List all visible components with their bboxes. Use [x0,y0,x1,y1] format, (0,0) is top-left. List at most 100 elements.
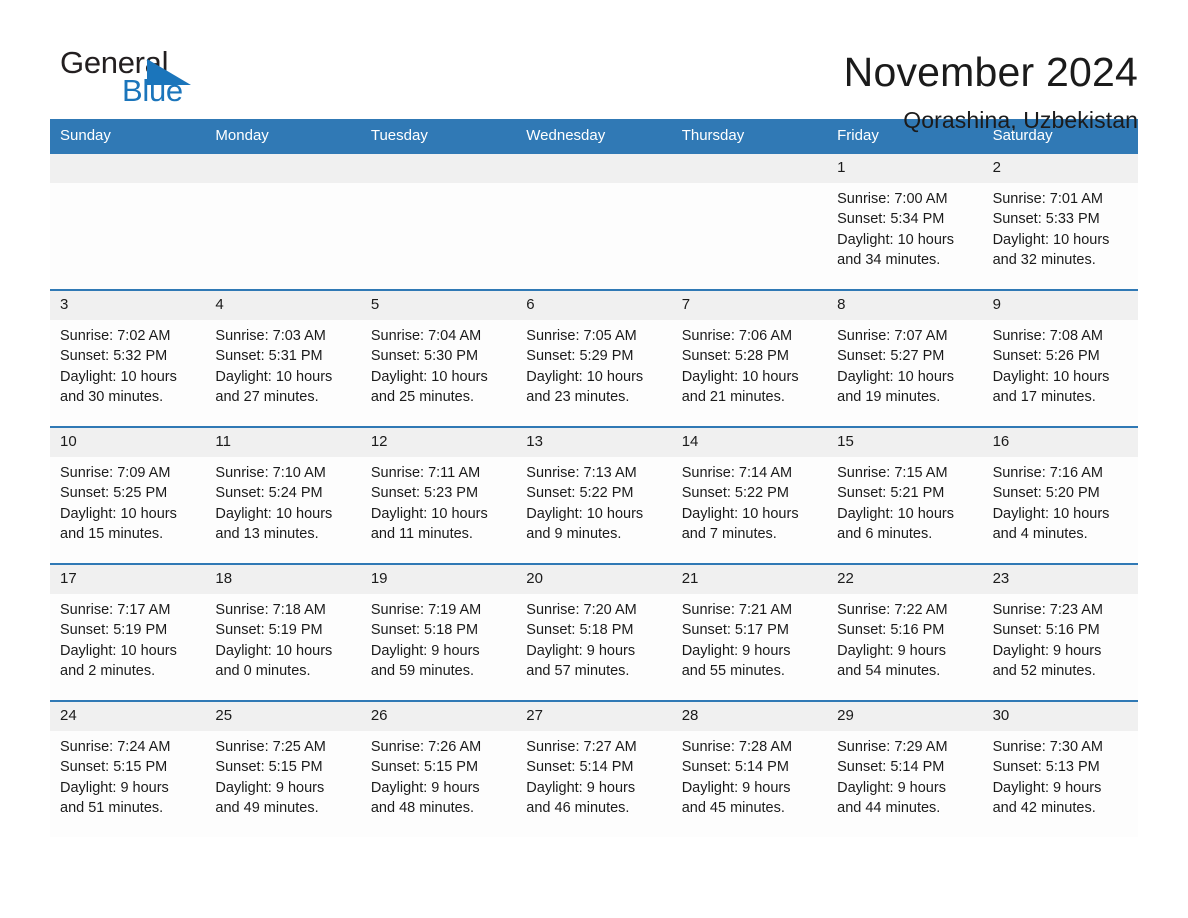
calendar-day-cell[interactable]: 21 Sunrise: 7:21 AM Sunset: 5:17 PM Dayligh… [671,565,828,700]
daylight-text-line1: Daylight: 9 hours [992,779,1102,796]
sunset-text: Sunset: 5:13 PM [992,759,1100,776]
daylight-text-line2: and 27 minutes. [215,388,319,405]
calendar-day-cell[interactable]: 17 Sunrise: 7:17 AM Sunset: 5:19 PM Dayligh… [50,565,206,700]
day-number: 10 [50,428,206,457]
day-number: 2 [982,154,1138,183]
sunrise-text: Sunrise: 7:02 AM [60,328,171,344]
sunrise-text: Sunrise: 7:10 AM [215,465,326,481]
calendar-day-cell-empty [50,154,206,289]
day-sun-info: Sunrise: 7:09 AM Sunset: 5:25 PM Daylight:… [50,457,205,544]
sunset-text: Sunset: 5:19 PM [215,622,323,639]
sunset-text: Sunset: 5:16 PM [992,622,1100,639]
sunset-text: Sunset: 5:27 PM [837,348,945,365]
daylight-text-line1: Daylight: 9 hours [681,779,791,796]
daylight-text-line1: Daylight: 10 hours [526,505,644,522]
day-number: 25 [205,702,361,731]
sunset-text: Sunset: 5:18 PM [370,622,479,639]
sunrise-text: Sunrise: 7:11 AM [370,465,481,481]
calendar-day-cell[interactable]: 3 Sunrise: 7:02 AM Sunset: 5:32 PM Daylight… [50,291,206,426]
calendar-day-cell[interactable]: 8 Sunrise: 7:07 AM Sunset: 5:27 PM Daylight… [827,291,983,426]
weekday-header-sunday: Sunday [60,127,111,144]
day-number: 7 [671,291,828,320]
calendar-day-cell[interactable]: 10 Sunrise: 7:09 AM Sunset: 5:25 PM Dayligh… [50,428,206,563]
sunrise-text: Sunrise: 7:04 AM [370,328,482,344]
daylight-text-line1: Daylight: 9 hours [526,642,636,659]
calendar-day-cell[interactable]: 19 Sunrise: 7:19 AM Sunset: 5:18 PM Dayligh… [360,565,517,700]
daylight-text-line1: Daylight: 10 hours [681,368,799,385]
daylight-text-line2: and 17 minutes. [992,388,1096,405]
sunset-text: Sunset: 5:21 PM [837,485,945,502]
sunrise-text: Sunrise: 7:07 AM [837,328,948,344]
daylight-text-line2: and 2 minutes. [60,662,156,679]
sunrise-text: Sunrise: 7:20 AM [526,602,637,618]
daylight-text-line2: and 59 minutes. [370,662,475,679]
daylight-text-line1: Daylight: 9 hours [215,779,325,796]
calendar-day-cell[interactable]: 29 Sunrise: 7:29 AM Sunset: 5:14 PM Dayligh… [827,702,983,837]
calendar-day-cell[interactable]: 26 Sunrise: 7:26 AM Sunset: 5:15 PM Dayligh… [360,702,517,837]
daylight-text-line2: and 48 minutes. [370,799,475,816]
calendar-day-cell[interactable]: 13 Sunrise: 7:13 AM Sunset: 5:22 PM Dayligh… [516,428,672,563]
daylight-text-line2: and 49 minutes. [215,799,319,816]
calendar-day-cell[interactable]: 16 Sunrise: 7:16 AM Sunset: 5:20 PM Dayligh… [982,428,1138,563]
day-number [516,154,672,183]
calendar-day-cell-empty [205,154,361,289]
daylight-text-line2: and 0 minutes. [215,662,311,679]
daylight-text-line1: Daylight: 10 hours [370,505,488,522]
sunset-text: Sunset: 5:16 PM [837,622,945,639]
calendar-day-cell[interactable]: 9 Sunrise: 7:08 AM Sunset: 5:26 PM Daylight… [982,291,1138,426]
daylight-text-line2: and 9 minutes. [526,525,622,542]
calendar-day-cell[interactable]: 18 Sunrise: 7:18 AM Sunset: 5:19 PM Dayligh… [205,565,361,700]
day-sun-info: Sunrise: 7:14 AM Sunset: 5:22 PM Daylight:… [672,457,827,544]
calendar-day-cell[interactable]: 23 Sunrise: 7:23 AM Sunset: 5:16 PM Dayligh… [982,565,1138,700]
sunrise-text: Sunrise: 7:00 AM [837,191,948,207]
day-sun-info: Sunrise: 7:08 AM Sunset: 5:26 PM Daylight:… [983,320,1138,407]
calendar-day-cell[interactable]: 11 Sunrise: 7:10 AM Sunset: 5:24 PM Dayligh… [205,428,361,563]
sunset-text: Sunset: 5:33 PM [992,211,1100,228]
day-sun-info: Sunrise: 7:00 AM Sunset: 5:34 PM Daylight:… [827,183,982,270]
day-number: 1 [827,154,983,183]
day-sun-info: Sunrise: 7:21 AM Sunset: 5:17 PM Daylight:… [672,594,827,681]
sunrise-text: Sunrise: 7:03 AM [215,328,326,344]
page-title: November 2024 [843,49,1138,95]
sunset-text: Sunset: 5:28 PM [681,348,789,365]
calendar-day-cell[interactable]: 1 Sunrise: 7:00 AM Sunset: 5:34 PM Daylight… [827,154,983,289]
calendar-day-cell[interactable]: 2 Sunrise: 7:01 AM Sunset: 5:33 PM Daylight… [982,154,1138,289]
calendar-day-cell[interactable]: 27 Sunrise: 7:27 AM Sunset: 5:14 PM Dayligh… [516,702,672,837]
calendar-day-cell[interactable]: 12 Sunrise: 7:11 AM Sunset: 5:23 PM Dayligh… [360,428,517,563]
sunset-text: Sunset: 5:15 PM [215,759,323,776]
day-number: 29 [827,702,983,731]
calendar-day-cell-empty [516,154,672,289]
calendar-day-cell[interactable]: 20 Sunrise: 7:20 AM Sunset: 5:18 PM Dayligh… [516,565,672,700]
calendar-day-cell[interactable]: 5 Sunrise: 7:04 AM Sunset: 5:30 PM Daylight… [360,291,517,426]
daylight-text-line1: Daylight: 10 hours [370,368,488,385]
sunrise-text: Sunrise: 7:08 AM [992,328,1103,344]
calendar-day-cell[interactable]: 28 Sunrise: 7:28 AM Sunset: 5:14 PM Dayligh… [671,702,828,837]
sunrise-text: Sunrise: 7:29 AM [837,739,948,755]
day-sun-info: Sunrise: 7:13 AM Sunset: 5:22 PM Daylight:… [516,457,671,544]
day-number: 9 [982,291,1138,320]
sunrise-text: Sunrise: 7:18 AM [215,602,326,618]
daylight-text-line1: Daylight: 10 hours [526,368,644,385]
calendar-day-cell[interactable]: 14 Sunrise: 7:14 AM Sunset: 5:22 PM Dayligh… [671,428,828,563]
day-sun-info: Sunrise: 7:05 AM Sunset: 5:29 PM Daylight:… [516,320,671,407]
daylight-text-line1: Daylight: 9 hours [526,779,636,796]
calendar-day-cell[interactable]: 30 Sunrise: 7:30 AM Sunset: 5:13 PM Dayligh… [982,702,1138,837]
sunset-text: Sunset: 5:30 PM [370,348,479,365]
daylight-text-line1: Daylight: 9 hours [60,779,169,796]
day-number: 11 [205,428,361,457]
calendar-day-cell[interactable]: 24 Sunrise: 7:24 AM Sunset: 5:15 PM Dayligh… [50,702,206,837]
sunrise-text: Sunrise: 7:26 AM [370,739,482,755]
day-number: 14 [671,428,828,457]
daylight-text-line2: and 13 minutes. [215,525,319,542]
calendar-day-cell[interactable]: 7 Sunrise: 7:06 AM Sunset: 5:28 PM Daylight… [671,291,828,426]
calendar-day-cell[interactable]: 15 Sunrise: 7:15 AM Sunset: 5:21 PM Dayligh… [827,428,983,563]
calendar-day-cell[interactable]: 4 Sunrise: 7:03 AM Sunset: 5:31 PM Daylight… [205,291,361,426]
daylight-text-line2: and 4 minutes. [992,525,1088,542]
sunset-text: Sunset: 5:26 PM [992,348,1100,365]
calendar-day-cell[interactable]: 22 Sunrise: 7:22 AM Sunset: 5:16 PM Dayligh… [827,565,983,700]
calendar-day-cell[interactable]: 6 Sunrise: 7:05 AM Sunset: 5:29 PM Daylight… [516,291,672,426]
sunrise-text: Sunrise: 7:14 AM [681,465,793,481]
day-number: 23 [982,565,1138,594]
day-number: 28 [671,702,828,731]
calendar-day-cell[interactable]: 25 Sunrise: 7:25 AM Sunset: 5:15 PM Dayligh… [205,702,361,837]
